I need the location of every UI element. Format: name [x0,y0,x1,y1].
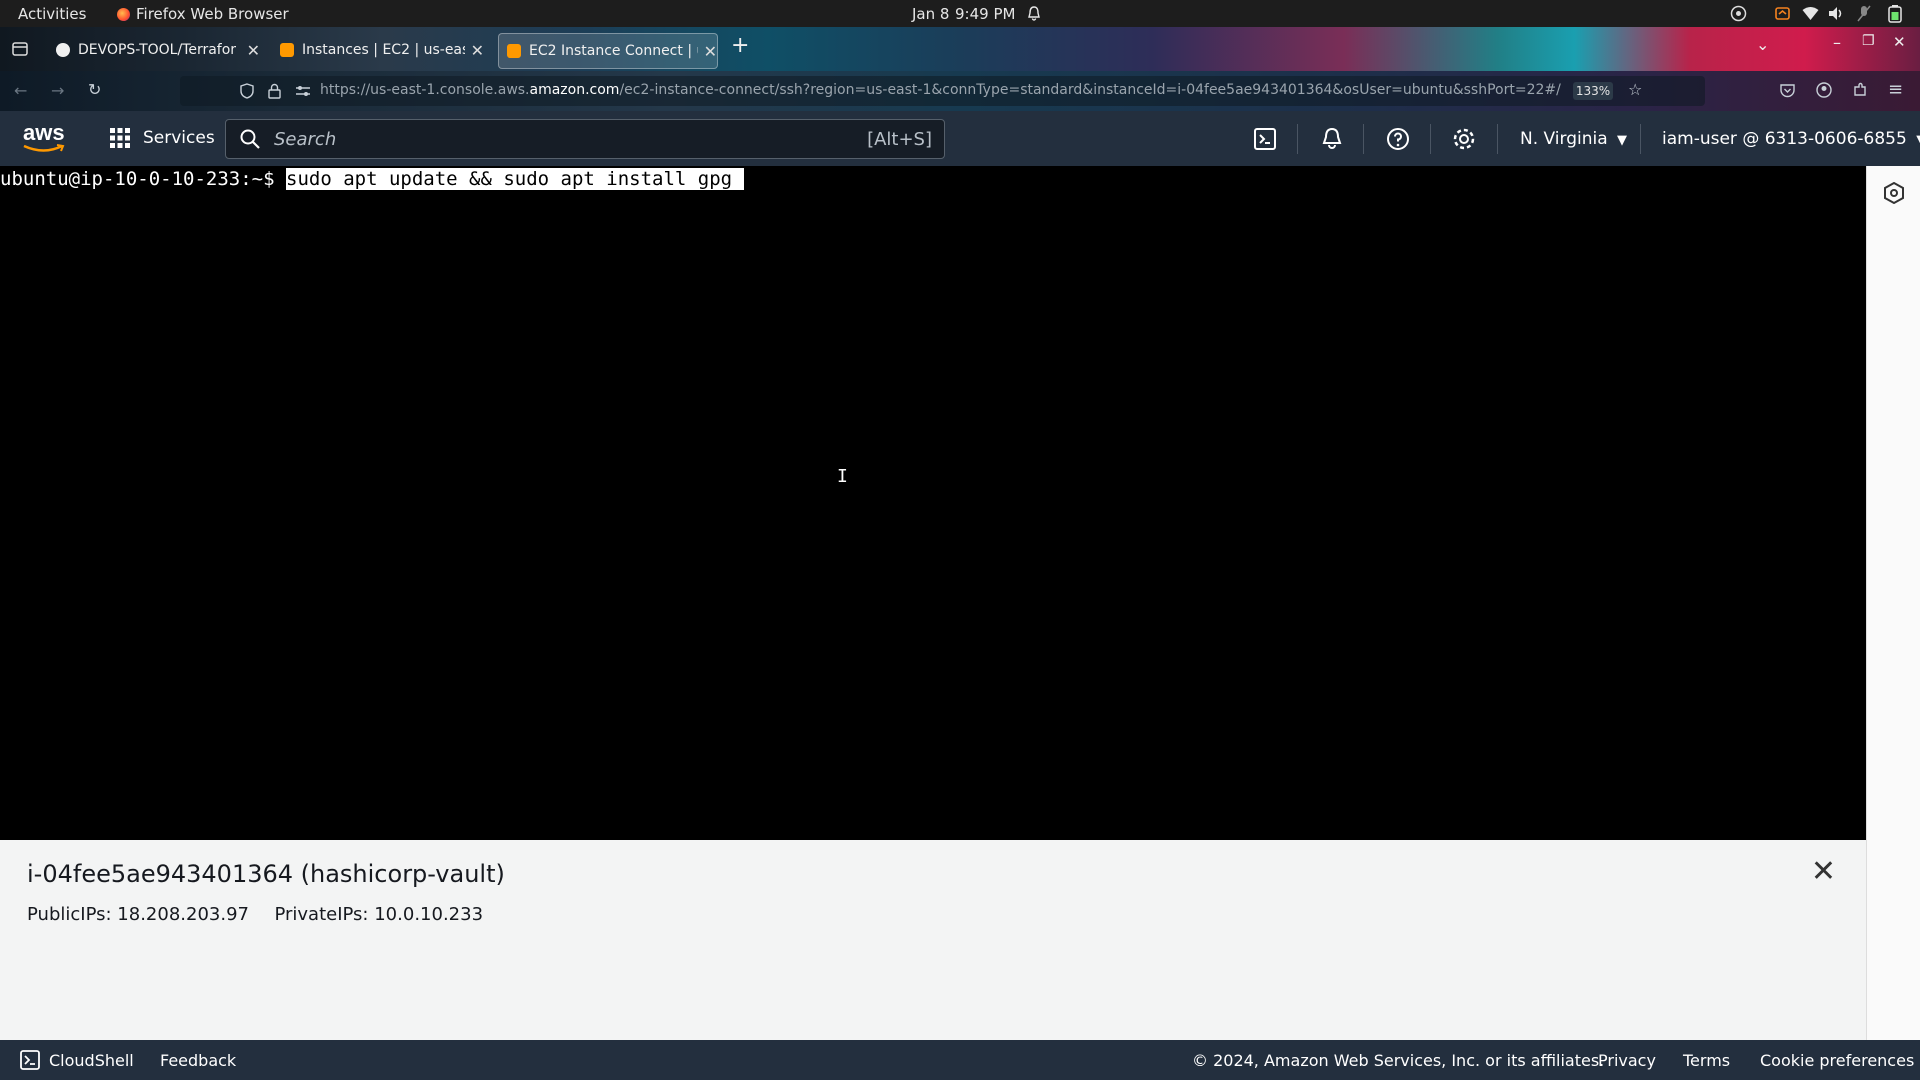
url-text[interactable]: https://us-east-1.console.aws.amazon.com… [320,82,1561,98]
services-label: Services [143,128,215,148]
chrome-tray-icon[interactable] [1730,5,1747,22]
instance-ips: PublicIPs: 18.208.203.97 PrivateIPs: 10.… [27,904,483,925]
lock-icon[interactable] [268,83,281,99]
private-ips-label: PrivateIPs: [274,904,369,925]
terminal-prompt: ubuntu@ip-10-0-10-233:~$ [0,168,275,190]
minimize-window-icon[interactable]: – [1833,33,1841,52]
extensions-icon[interactable] [1852,82,1868,98]
cloudshell-link[interactable]: CloudShell [49,1051,134,1070]
header-divider [1430,124,1431,154]
aws-logo[interactable]: aws [20,120,70,156]
region-selector[interactable]: N. Virginia ▼ [1520,129,1627,149]
public-ips-value: 18.208.203.97 [117,904,249,925]
tab-ec2-instance-connect[interactable]: EC2 Instance Connect | u ✕ [498,33,718,69]
aws-smile-icon [23,144,65,152]
search-shortcut-hint: [Alt+S] [867,129,932,150]
permissions-icon[interactable] [295,85,311,97]
clock-date[interactable]: Jan 8 [912,5,949,23]
feedback-link[interactable]: Feedback [160,1051,236,1070]
bell-icon[interactable] [1027,6,1041,21]
firefox-icon [117,7,130,21]
battery-icon[interactable] [1886,4,1904,23]
github-icon [56,43,70,57]
header-divider [1497,124,1498,154]
private-ips-value: 10.0.10.233 [374,904,484,925]
instance-title: i-04fee5ae943401364 (hashicorp-vault) [27,860,505,888]
zoom-level-badge[interactable]: 133% [1573,82,1613,100]
instance-details-panel: i-04fee5ae943401364 (hashicorp-vault) Pu… [0,840,1866,1040]
pocket-icon[interactable] [1780,83,1795,98]
privacy-link[interactable]: Privacy [1598,1051,1656,1070]
url-domain: amazon.com [529,82,620,98]
public-ips-label: PublicIPs: [27,904,112,925]
updates-icon[interactable] [1774,5,1791,22]
forward-icon[interactable]: → [51,81,64,100]
text-cursor-icon: I [837,466,848,487]
tab-ec2-instances[interactable]: Instances | EC2 | us-east-1 ✕ [272,33,484,67]
app-name: Firefox Web Browser [136,5,289,23]
copyright-text: © 2024, Amazon Web Services, Inc. or its… [1192,1051,1605,1070]
tab-label: EC2 Instance Connect | u [529,43,698,59]
cookie-preferences-link[interactable]: Cookie preferences [1760,1051,1914,1070]
aws-console-footer: CloudShell Feedback © 2024, Amazon Web S… [0,1040,1920,1080]
notifications-bell-icon[interactable] [1320,127,1344,151]
close-panel-icon[interactable]: ✕ [1811,854,1836,889]
settings-gear-icon[interactable] [1452,127,1476,151]
microphone-muted-icon[interactable] [1857,5,1871,22]
firefox-view-icon[interactable] [11,40,29,58]
account-menu[interactable]: iam-user @ 6313-0606-6855 ▼ [1662,129,1920,149]
close-window-icon[interactable]: ✕ [1893,33,1906,51]
terminal-command: sudo apt update && sudo apt install gpg [286,168,744,190]
new-tab-button[interactable]: + [731,33,749,58]
activities-button[interactable]: Activities [18,5,86,23]
tracking-shield-icon[interactable] [240,83,254,99]
side-rail [1866,166,1920,1040]
aws-search-input[interactable]: Search [Alt+S] [225,119,945,159]
account-label: iam-user @ 6313-0606-6855 [1662,129,1907,149]
wifi-icon[interactable] [1802,6,1819,21]
account-icon[interactable] [1816,82,1832,98]
bookmark-star-icon[interactable]: ☆ [1628,80,1642,99]
aws-icon [507,44,521,58]
reload-icon[interactable]: ↻ [88,80,101,99]
back-icon[interactable]: ← [14,81,27,100]
volume-icon[interactable] [1828,6,1845,21]
clock-time[interactable]: 9:49 PM [955,5,1015,23]
aws-icon [280,43,294,57]
header-divider [1297,124,1298,154]
caret-down-icon: ▼ [1617,133,1628,148]
grid-icon [110,128,130,148]
tab-label: Instances | EC2 | us-east-1 [302,42,465,58]
services-menu-button[interactable]: Services [110,128,215,148]
url-prefix: https://us-east-1.console.aws. [320,82,530,98]
os-top-bar: Activities Firefox Web Browser Jan 8 9:4… [0,0,1920,27]
browser-tab-strip: DEVOPS-TOOL/Terrafor ✕ Instances | EC2 |… [0,27,1920,71]
tab-label: DEVOPS-TOOL/Terrafor [78,42,237,58]
url-suffix: /ec2-instance-connect/ssh?region=us-east… [619,82,1561,98]
terms-link[interactable]: Terms [1683,1051,1730,1070]
caret-down-icon: ▼ [1916,133,1920,148]
hexagon-settings-icon[interactable] [1883,182,1905,204]
cloudshell-icon[interactable] [20,1050,40,1070]
close-tab-icon[interactable]: ✕ [247,41,260,60]
cloudshell-icon[interactable] [1254,128,1276,150]
header-divider [1640,124,1641,154]
search-icon [240,129,260,149]
terminal-line: ubuntu@ip-10-0-10-233:~$ sudo apt update… [0,168,744,190]
list-all-tabs-icon[interactable]: ⌄ [1756,35,1769,54]
hamburger-menu-icon[interactable]: ≡ [1888,79,1903,100]
tab-github[interactable]: DEVOPS-TOOL/Terrafor ✕ [48,33,260,67]
close-tab-icon[interactable]: ✕ [471,41,484,60]
restore-window-icon[interactable]: ❐ [1862,33,1875,49]
header-divider [1363,124,1364,154]
help-icon[interactable] [1386,127,1410,151]
close-tab-icon[interactable]: ✕ [704,42,717,61]
search-placeholder: Search [274,129,337,150]
app-menu[interactable]: Firefox Web Browser [117,5,289,23]
terminal-area[interactable]: ubuntu@ip-10-0-10-233:~$ sudo apt update… [0,166,1866,840]
region-label: N. Virginia [1520,129,1608,149]
